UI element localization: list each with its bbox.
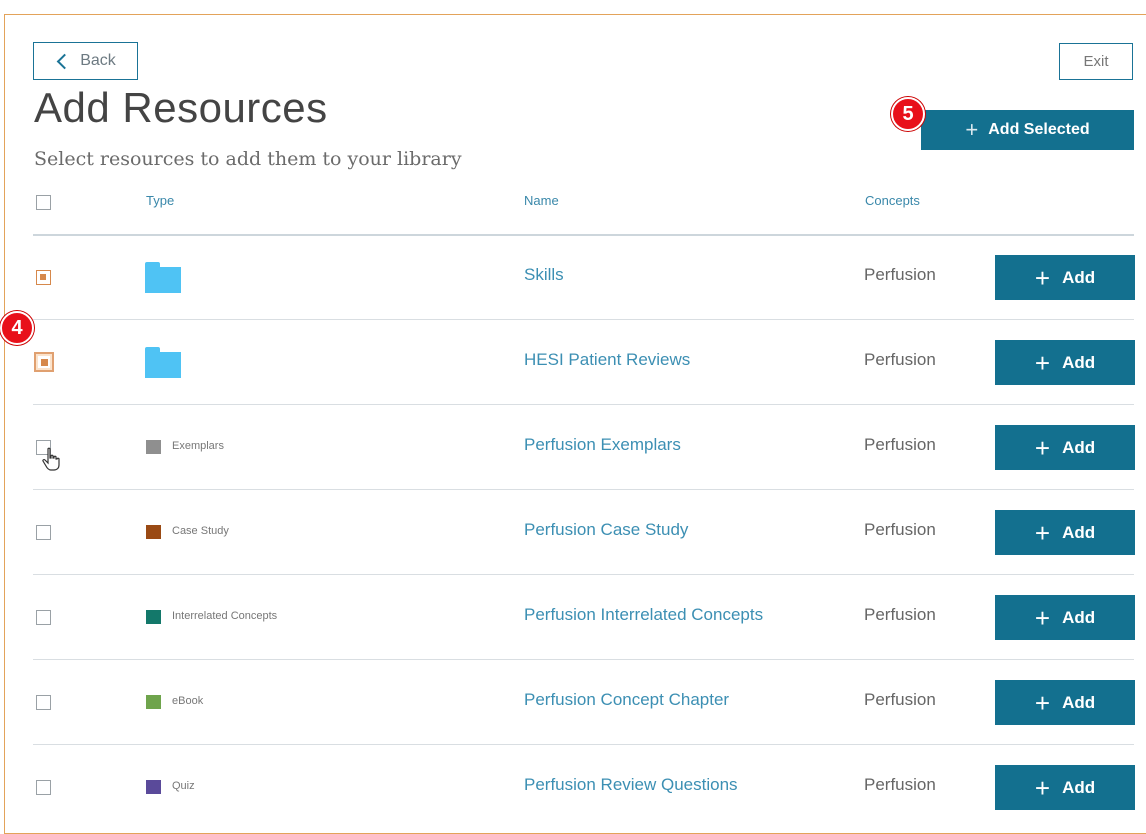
resource-name-link[interactable]: Skills xyxy=(524,265,564,285)
table-row: Exemplars Perfusion Exemplars Perfusion + Ad… xyxy=(0,405,1146,490)
concept-label: Perfusion xyxy=(864,775,936,794)
table-row: Case Study Perfusion Case Study Perfusion +… xyxy=(0,490,1146,575)
back-button[interactable]: Back xyxy=(33,42,138,80)
select-all-checkbox[interactable] xyxy=(36,195,51,210)
page-subtitle: Select resources to add them to your lib… xyxy=(34,148,462,170)
plus-icon: + xyxy=(1034,772,1051,803)
row-checkbox[interactable] xyxy=(36,609,51,625)
exit-button[interactable]: Exit xyxy=(1059,43,1133,80)
concept-label: Perfusion xyxy=(864,690,936,709)
add-button[interactable]: + Add xyxy=(995,340,1135,385)
add-button[interactable]: + Add xyxy=(995,765,1135,810)
add-button[interactable]: + Add xyxy=(995,255,1135,300)
plus-icon: + xyxy=(1034,687,1051,718)
table-row: Interrelated Concepts Perfusion Interrela… xyxy=(0,575,1146,660)
add-button-label: Add xyxy=(1062,437,1096,457)
type-color-icon xyxy=(146,610,161,624)
folder-icon xyxy=(145,347,181,378)
add-selected-button[interactable]: + Add Selected xyxy=(921,110,1134,150)
row-checkbox[interactable] xyxy=(36,779,51,795)
concept-label: Perfusion xyxy=(864,520,936,539)
page-title: Add Resources xyxy=(34,84,328,131)
plus-icon: + xyxy=(1034,602,1051,633)
chevron-left-icon xyxy=(56,53,73,69)
plus-icon: + xyxy=(1034,517,1051,548)
resource-name-link[interactable]: Perfusion Review Questions xyxy=(524,775,738,795)
table-row: Skills Perfusion + Add xyxy=(0,235,1146,320)
add-button-label: Add xyxy=(1062,607,1096,627)
plus-icon: + xyxy=(1034,347,1051,378)
row-checkbox[interactable] xyxy=(36,694,51,710)
exit-button-label: Exit xyxy=(1083,53,1109,70)
column-header-concepts[interactable]: Concepts xyxy=(865,193,920,208)
add-button-label: Add xyxy=(1062,777,1096,797)
table-row: HESI Patient Reviews Perfusion + Add xyxy=(0,320,1146,405)
add-button-label: Add xyxy=(1062,352,1096,372)
type-label: Case Study xyxy=(172,525,229,537)
resource-name-link[interactable]: Perfusion Concept Chapter xyxy=(524,690,729,710)
resource-name-link[interactable]: Perfusion Case Study xyxy=(524,520,688,540)
column-header-type[interactable]: Type xyxy=(146,193,174,208)
concept-label: Perfusion xyxy=(864,350,936,369)
concept-label: Perfusion xyxy=(864,605,936,624)
add-button[interactable]: + Add xyxy=(995,680,1135,725)
type-label: Interrelated Concepts xyxy=(172,610,278,622)
type-color-icon xyxy=(146,695,161,709)
row-checkbox[interactable] xyxy=(34,352,54,372)
table-row: Quiz Perfusion Review Questions Perfusion +… xyxy=(0,745,1146,830)
add-selected-label: Add Selected xyxy=(988,121,1090,138)
plus-icon: + xyxy=(1034,432,1051,463)
add-button[interactable]: + Add xyxy=(995,425,1135,470)
plus-icon: + xyxy=(1034,262,1051,293)
concept-label: Perfusion xyxy=(864,435,936,454)
row-checkbox[interactable] xyxy=(36,524,51,540)
step-marker-5: 5 xyxy=(891,97,925,131)
folder-icon xyxy=(145,262,181,293)
type-color-icon xyxy=(146,780,161,794)
column-header-name[interactable]: Name xyxy=(524,193,559,208)
type-color-icon xyxy=(146,440,161,454)
add-button-label: Add xyxy=(1062,692,1096,712)
table-row: eBook Perfusion Concept Chapter Perfusion +… xyxy=(0,660,1146,745)
add-button[interactable]: + Add xyxy=(995,595,1135,640)
plus-icon: + xyxy=(965,117,979,142)
add-button-label: Add xyxy=(1062,267,1096,287)
row-checkbox[interactable] xyxy=(36,269,51,285)
resource-name-link[interactable]: Perfusion Exemplars xyxy=(524,435,681,455)
back-button-label: Back xyxy=(80,52,116,69)
hand-cursor-icon xyxy=(42,447,60,471)
type-label: Quiz xyxy=(172,780,195,792)
type-label: eBook xyxy=(172,695,204,707)
type-color-icon xyxy=(146,525,161,539)
type-label: Exemplars xyxy=(172,440,224,452)
resource-name-link[interactable]: HESI Patient Reviews xyxy=(524,350,690,370)
resource-name-link[interactable]: Perfusion Interrelated Concepts xyxy=(524,605,763,625)
concept-label: Perfusion xyxy=(864,265,936,284)
add-button[interactable]: + Add xyxy=(995,510,1135,555)
add-button-label: Add xyxy=(1062,522,1096,542)
